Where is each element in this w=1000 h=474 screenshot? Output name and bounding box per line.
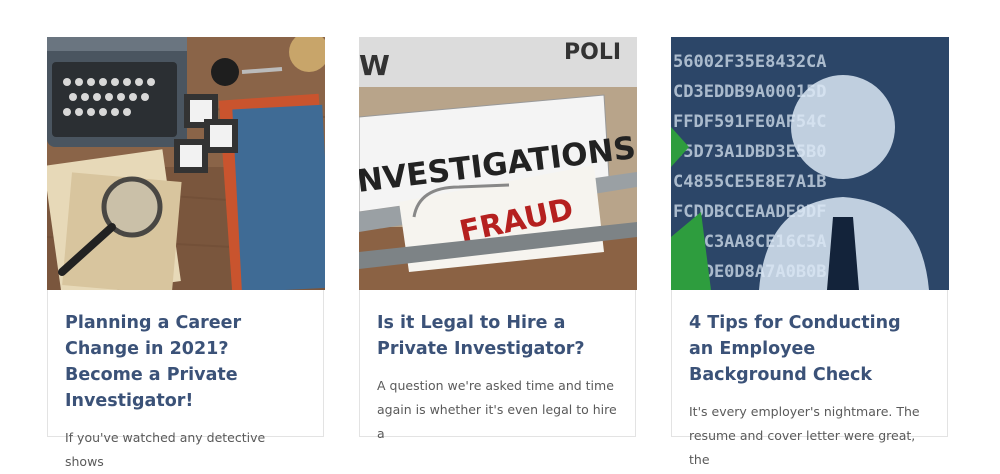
post-title[interactable]: Is it Legal to Hire a Private Investigat… xyxy=(377,310,618,362)
svg-text:W: W xyxy=(359,49,390,82)
post-card[interactable]: W POLI NVESTIGATIONS FRAUD Is it Legal t… xyxy=(359,37,637,441)
post-thumbnail-detective-desk[interactable] xyxy=(47,37,325,290)
svg-text:POLI: POLI xyxy=(564,40,621,65)
post-card[interactable]: 56002F35E8432CA CD3EDDB9A00015D FFDF591F… xyxy=(671,37,949,467)
svg-text:C4855CE5E8E7A1B: C4855CE5E8E7A1B xyxy=(673,172,827,192)
post-card[interactable]: Planning a Career Change in 2021? Become… xyxy=(47,37,325,469)
post-thumbnail-investigations-folder[interactable]: W POLI NVESTIGATIONS FRAUD xyxy=(359,37,637,290)
post-excerpt: If you've watched any detective shows xyxy=(65,430,266,469)
post-excerpt: A question we're asked time and time aga… xyxy=(377,378,617,441)
svg-text:56002F35E8432CA: 56002F35E8432CA xyxy=(673,52,827,72)
post-excerpt: It's every employer's nightmare. The res… xyxy=(689,404,920,467)
post-thumbnail-data-silhouette[interactable]: 56002F35E8432CA CD3EDDB9A00015D FFDF591F… xyxy=(671,37,949,290)
post-title[interactable]: Planning a Career Change in 2021? Become… xyxy=(65,310,306,414)
post-title[interactable]: 4 Tips for Conducting an Employee Backgr… xyxy=(689,310,930,388)
